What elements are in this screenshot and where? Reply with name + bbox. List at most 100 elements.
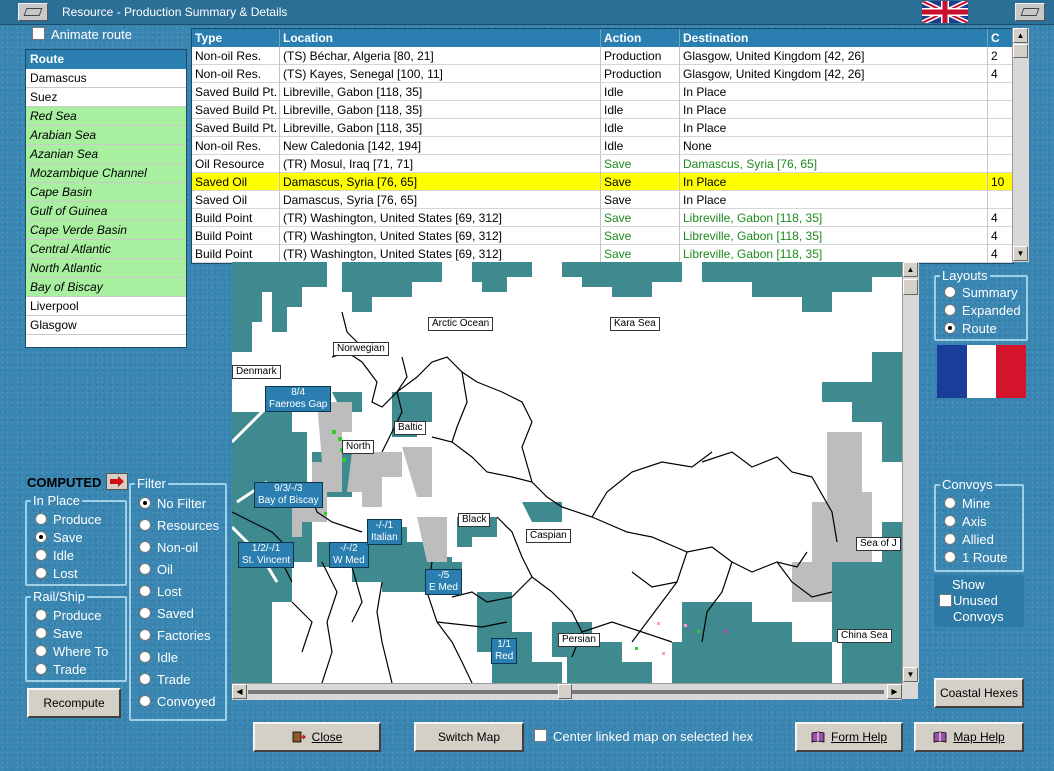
convoys-mine-radio[interactable]: Mine: [944, 495, 990, 513]
form-help-button[interactable]: Form Help: [795, 722, 903, 752]
in-place-idle-radio[interactable]: Idle: [35, 547, 74, 565]
map-route-label-biscay[interactable]: 9/3/-/3 Bay of Biscay: [254, 482, 323, 508]
route-list-item[interactable]: Azanian Sea: [26, 145, 186, 164]
map-horizontal-scrollbar[interactable]: ◀ ▶: [232, 683, 902, 700]
route-list-item[interactable]: North Atlantic: [26, 259, 186, 278]
route-list-item[interactable]: Cape Verde Basin: [26, 221, 186, 240]
table-row[interactable]: Non-oil Res. (TS) Kayes, Senegal [100, 11…: [192, 65, 1013, 83]
minimize-button[interactable]: [1015, 3, 1045, 21]
radio-icon[interactable]: [35, 627, 47, 639]
col-header-action[interactable]: Action: [601, 29, 680, 47]
radio-icon[interactable]: [944, 497, 956, 509]
route-list-item[interactable]: Cape Basin: [26, 183, 186, 202]
radio-icon[interactable]: [35, 609, 47, 621]
animate-route-checkbox[interactable]: Animate route: [32, 27, 132, 42]
route-list-item[interactable]: Suez: [26, 88, 186, 107]
route-list-item[interactable]: Bay of Biscay: [26, 278, 186, 297]
rail-ship-produce-radio[interactable]: Produce: [35, 607, 101, 625]
radio-icon[interactable]: [944, 286, 956, 298]
radio-icon[interactable]: [35, 567, 47, 579]
map-scroll-up-arrow[interactable]: ▲: [903, 262, 918, 277]
radio-icon[interactable]: [139, 541, 151, 553]
radio-icon[interactable]: [139, 563, 151, 575]
col-header-c[interactable]: C: [988, 29, 1013, 47]
map-route-label-red[interactable]: 1/1 Red: [491, 638, 518, 664]
rail-ship-whereto-radio[interactable]: Where To: [35, 643, 108, 661]
convoys-axis-radio[interactable]: Axis: [944, 513, 987, 531]
map-help-button[interactable]: Map Help: [914, 722, 1024, 752]
scroll-up-arrow[interactable]: ▲: [1013, 28, 1028, 43]
table-row[interactable]: Build Point (TR) Washington, United State…: [192, 245, 1013, 263]
map-scroll-down-arrow[interactable]: ▼: [903, 667, 918, 682]
route-list-item[interactable]: Glasgow: [26, 316, 186, 335]
in-place-lost-radio[interactable]: Lost: [35, 565, 78, 583]
table-row[interactable]: Saved Build Pt. Libreville, Gabon [118, 3…: [192, 83, 1013, 101]
layout-expanded-radio[interactable]: Expanded: [944, 302, 1021, 320]
filter-option[interactable]: Factories: [139, 627, 210, 645]
filter-option[interactable]: Trade: [139, 671, 190, 689]
table-row[interactable]: Build Point (TR) Washington, United State…: [192, 209, 1013, 227]
in-place-produce-radio[interactable]: Produce: [35, 511, 101, 529]
radio-icon[interactable]: [139, 629, 151, 641]
radio-icon[interactable]: [35, 549, 47, 561]
filter-option[interactable]: Lost: [139, 583, 182, 601]
table-row[interactable]: Saved Oil Damascus, Syria [76, 65] Save In …: [192, 173, 1013, 191]
table-row[interactable]: Saved Build Pt. Libreville, Gabon [118, 3…: [192, 119, 1013, 137]
map-route-label-emed[interactable]: -/5 E Med: [425, 569, 462, 595]
filter-option[interactable]: Resources: [139, 517, 219, 535]
details-table-scrollbar[interactable]: ▲ ▼: [1012, 28, 1029, 262]
filter-option[interactable]: Non-oil: [139, 539, 198, 557]
rail-ship-save-radio[interactable]: Save: [35, 625, 83, 643]
route-list-item[interactable]: Arabian Sea: [26, 126, 186, 145]
map-route-label-stvincent[interactable]: 1/2/-/1 St. Vincent: [238, 542, 295, 568]
map-vscroll-thumb[interactable]: [903, 279, 918, 295]
map-vertical-scrollbar[interactable]: ▲ ▼: [902, 262, 919, 683]
checkbox-box[interactable]: [32, 27, 45, 40]
convoys-1route-radio[interactable]: 1 Route: [944, 549, 1008, 567]
filter-option[interactable]: Oil: [139, 561, 173, 579]
switch-map-button[interactable]: Switch Map: [414, 722, 524, 752]
radio-icon[interactable]: [139, 695, 151, 707]
col-header-location[interactable]: Location: [280, 29, 601, 47]
checkbox-box[interactable]: [939, 594, 952, 607]
map-view[interactable]: Arctic Ocean Kara Sea Norwegian Denmark Balt…: [232, 262, 902, 683]
radio-icon[interactable]: [139, 607, 151, 619]
map-route-label-faeroes[interactable]: 8/4 Faeroes Gap: [265, 386, 332, 412]
radio-icon[interactable]: [35, 645, 47, 657]
close-button[interactable]: Close: [253, 722, 381, 752]
route-list-item[interactable]: Red Sea: [26, 107, 186, 126]
radio-icon[interactable]: [944, 304, 956, 316]
checkbox-box[interactable]: [534, 729, 547, 742]
col-header-destination[interactable]: Destination: [680, 29, 988, 47]
map-scroll-left-arrow[interactable]: ◀: [232, 684, 247, 699]
table-row[interactable]: Build Point (TR) Washington, United State…: [192, 227, 1013, 245]
filter-option[interactable]: Convoyed: [139, 693, 216, 711]
center-linked-map-checkbox[interactable]: Center linked map on selected hex: [534, 729, 753, 744]
map-scroll-right-arrow[interactable]: ▶: [887, 684, 902, 699]
table-row[interactable]: Saved Build Pt. Libreville, Gabon [118, 3…: [192, 101, 1013, 119]
system-menu-button[interactable]: [18, 3, 48, 21]
radio-icon[interactable]: [944, 322, 956, 334]
radio-icon[interactable]: [139, 585, 151, 597]
rail-ship-trade-radio[interactable]: Trade: [35, 661, 86, 679]
route-list-item[interactable]: Liverpool: [26, 297, 186, 316]
radio-icon[interactable]: [139, 651, 151, 663]
radio-icon[interactable]: [944, 533, 956, 545]
show-unused-convoys-checkbox[interactable]: Show Unused Convoys: [934, 575, 1024, 627]
table-row[interactable]: Non-oil Res. (TS) Béchar, Algeria [80, 21…: [192, 47, 1013, 65]
col-header-type[interactable]: Type: [192, 29, 280, 47]
in-place-save-radio[interactable]: Save: [35, 529, 83, 547]
radio-icon[interactable]: [139, 519, 151, 531]
radio-icon[interactable]: [35, 663, 47, 675]
convoys-allied-radio[interactable]: Allied: [944, 531, 994, 549]
map-route-label-italian[interactable]: -/-/1 Italian: [367, 519, 402, 545]
layout-route-radio[interactable]: Route: [944, 320, 997, 338]
recompute-button[interactable]: Recompute: [27, 688, 121, 718]
filter-option[interactable]: No Filter: [139, 495, 206, 513]
radio-icon[interactable]: [35, 513, 47, 525]
table-row[interactable]: Oil Resource (TR) Mosul, Iraq [71, 71] Sav…: [192, 155, 1013, 173]
map-hscroll-thumb[interactable]: [558, 684, 572, 699]
coastal-hexes-button[interactable]: Coastal Hexes: [934, 678, 1024, 708]
table-row[interactable]: Saved Oil Damascus, Syria [76, 65] Save In …: [192, 191, 1013, 209]
computed-arrow-button[interactable]: [106, 473, 128, 490]
